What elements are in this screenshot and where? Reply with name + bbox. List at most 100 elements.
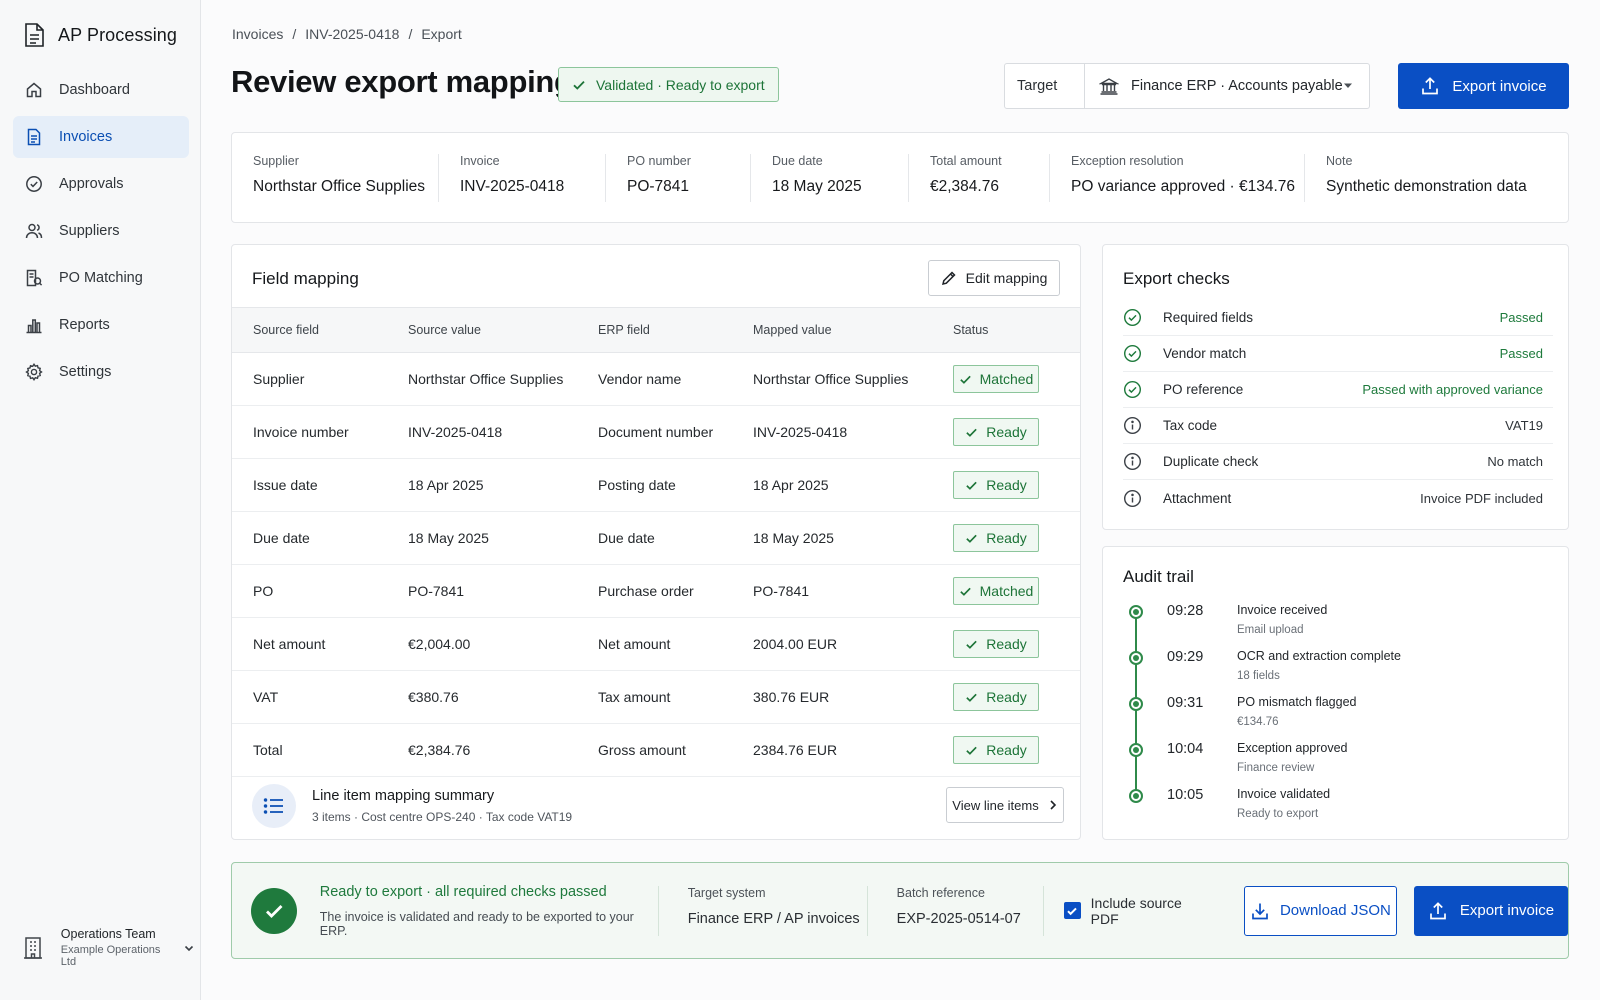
table-row[interactable]: Total €2,384.76 Gross amount 2384.76 EUR… xyxy=(232,723,1080,777)
status-cell: Ready xyxy=(932,511,1080,565)
column-header: Status xyxy=(932,307,1080,353)
status-badge: Ready xyxy=(953,471,1039,499)
summary-label: Supplier xyxy=(253,153,299,168)
info-icon xyxy=(1123,416,1143,435)
download-json-button[interactable]: Download JSON xyxy=(1243,885,1397,936)
batch-reference: Batch reference EXP-2025-0514-07 xyxy=(866,885,1043,936)
summary-label: Exception resolution xyxy=(1071,153,1184,168)
summary-po-number: PO number PO-7841 xyxy=(606,153,751,202)
export-invoice-label: Export invoice xyxy=(1459,902,1555,919)
column-header: Source field xyxy=(232,307,387,353)
sidebar-item-settings[interactable]: Settings xyxy=(13,351,189,393)
sidebar-item-approvals[interactable]: Approvals xyxy=(13,163,189,205)
breadcrumb-invoice[interactable]: INV-2025-0418 xyxy=(305,26,399,42)
timeline-detail: Email upload xyxy=(1237,624,1304,636)
status-badge: Ready xyxy=(953,683,1039,711)
page-title: Review export mapping xyxy=(231,64,573,99)
mapped-value: 18 May 2025 xyxy=(732,511,932,565)
sidebar-item-label: Invoices xyxy=(59,129,113,145)
erp-field: Tax amount xyxy=(577,670,732,724)
info-icon xyxy=(1123,452,1143,471)
check-circle-icon xyxy=(1123,344,1143,363)
status-badge: Ready xyxy=(953,524,1039,552)
sidebar-item-label: Settings xyxy=(59,364,112,380)
sidebar-item-po-matching[interactable]: PO Matching xyxy=(13,257,189,299)
status-label: Ready xyxy=(986,742,1027,758)
erp-field: Purchase order xyxy=(577,564,732,618)
summary-label: Total amount xyxy=(930,153,1002,168)
check-status: Passed with approved variance xyxy=(1362,382,1543,397)
line-item-summary: Line item mapping summary 3 items · Cost… xyxy=(232,772,1080,839)
gear-icon xyxy=(25,363,43,381)
table-row[interactable]: VAT €380.76 Tax amount 380.76 EUR Ready xyxy=(232,670,1080,724)
sidebar-item-suppliers[interactable]: Suppliers xyxy=(13,210,189,252)
check-status: Passed xyxy=(1499,310,1543,325)
info-icon xyxy=(1123,489,1143,508)
status-cell: Ready xyxy=(932,670,1080,724)
table-row[interactable]: Supplier Northstar Office Supplies Vendo… xyxy=(232,352,1080,406)
check-status: Passed xyxy=(1499,346,1543,361)
summary-value: PO-7841 xyxy=(627,177,690,195)
target-system-value: Finance ERP / AP invoices xyxy=(687,910,860,927)
summary-value: €2,384.76 xyxy=(930,177,999,195)
timeline-dot xyxy=(1129,789,1143,803)
include-source-pdf-checkbox[interactable]: Include source PDF xyxy=(1042,885,1213,936)
export-invoice-button[interactable]: Export invoice xyxy=(1398,63,1569,109)
list-icon xyxy=(252,784,296,828)
table-row[interactable]: Net amount €2,004.00 Net amount 2004.00 … xyxy=(232,617,1080,671)
status-cell: Ready xyxy=(932,405,1080,459)
users-icon xyxy=(25,222,43,240)
source-value: 18 May 2025 xyxy=(387,511,577,565)
table-row[interactable]: Invoice number INV-2025-0418 Document nu… xyxy=(232,405,1080,459)
checkbox-checked-icon xyxy=(1063,902,1081,919)
app-title: AP Processing xyxy=(58,24,178,45)
target-value-text: Finance ERP · Accounts payable xyxy=(1131,78,1343,94)
sidebar-item-label: Dashboard xyxy=(59,82,130,98)
summary-label: Due date xyxy=(772,153,823,168)
edit-mapping-button[interactable]: Edit mapping xyxy=(928,260,1060,296)
status-badge: Ready xyxy=(953,736,1039,764)
chevron-right-icon xyxy=(1048,799,1058,811)
export-invoice-button[interactable]: Export invoice xyxy=(1413,885,1569,936)
target-label: Target xyxy=(1005,64,1085,108)
erp-field: Document number xyxy=(577,405,732,459)
view-line-items-button[interactable]: View line items xyxy=(946,787,1064,823)
sidebar-item-invoices[interactable]: Invoices xyxy=(13,116,189,158)
chevron-down-icon xyxy=(183,942,195,954)
team-switcher[interactable]: Operations Team Example Operations Ltd xyxy=(17,927,195,968)
batch-reference-label: Batch reference xyxy=(896,885,985,900)
timeline-time: 10:04 xyxy=(1167,741,1204,757)
sidebar-item-label: PO Matching xyxy=(59,270,143,286)
source-field: Invoice number xyxy=(232,405,387,459)
mapped-value: Northstar Office Supplies xyxy=(732,352,932,406)
success-check-icon xyxy=(251,887,297,934)
timeline-item: 10:05 Invoice validated Ready to export xyxy=(1127,786,1547,832)
summary-value: 18 May 2025 xyxy=(772,177,862,195)
target-select[interactable]: Target Finance ERP · Accounts payable xyxy=(1004,63,1370,109)
export-checks-card: Export checks Required fields Passed Ven… xyxy=(1102,244,1569,530)
table-row[interactable]: PO PO-7841 Purchase order PO-7841 Matche… xyxy=(232,564,1080,618)
audit-trail-title: Audit trail xyxy=(1123,567,1194,586)
source-value: €2,384.76 xyxy=(387,723,577,777)
target-system: Target system Finance ERP / AP invoices xyxy=(657,885,867,936)
table-row[interactable]: Due date 18 May 2025 Due date 18 May 202… xyxy=(232,511,1080,565)
audit-timeline: 09:28 Invoice received Email upload 09:2… xyxy=(1127,602,1547,832)
check-item: Attachment Invoice PDF included xyxy=(1123,480,1553,516)
team-name: Operations Team xyxy=(60,927,156,941)
document-icon xyxy=(22,22,46,48)
line-summary-title: Line item mapping summary xyxy=(312,788,495,804)
table-row[interactable]: Issue date 18 Apr 2025 Posting date 18 A… xyxy=(232,458,1080,512)
status-label: Ready xyxy=(986,689,1027,705)
check-item: Vendor match Passed xyxy=(1123,336,1553,372)
summary-label: Invoice xyxy=(460,153,500,168)
source-value: 18 Apr 2025 xyxy=(387,458,577,512)
summary-note: Note Synthetic demonstration data xyxy=(1305,154,1567,202)
source-value: €2,004.00 xyxy=(387,617,577,671)
sidebar-item-label: Suppliers xyxy=(59,223,120,239)
sidebar-item-dashboard[interactable]: Dashboard xyxy=(13,69,189,111)
document-icon xyxy=(25,128,43,146)
sidebar-nav: Dashboard Invoices Approvals Suppliers P… xyxy=(13,69,189,398)
breadcrumb-invoices[interactable]: Invoices xyxy=(232,26,283,42)
sidebar-item-reports[interactable]: Reports xyxy=(13,304,189,346)
caret-down-icon xyxy=(1343,83,1353,89)
